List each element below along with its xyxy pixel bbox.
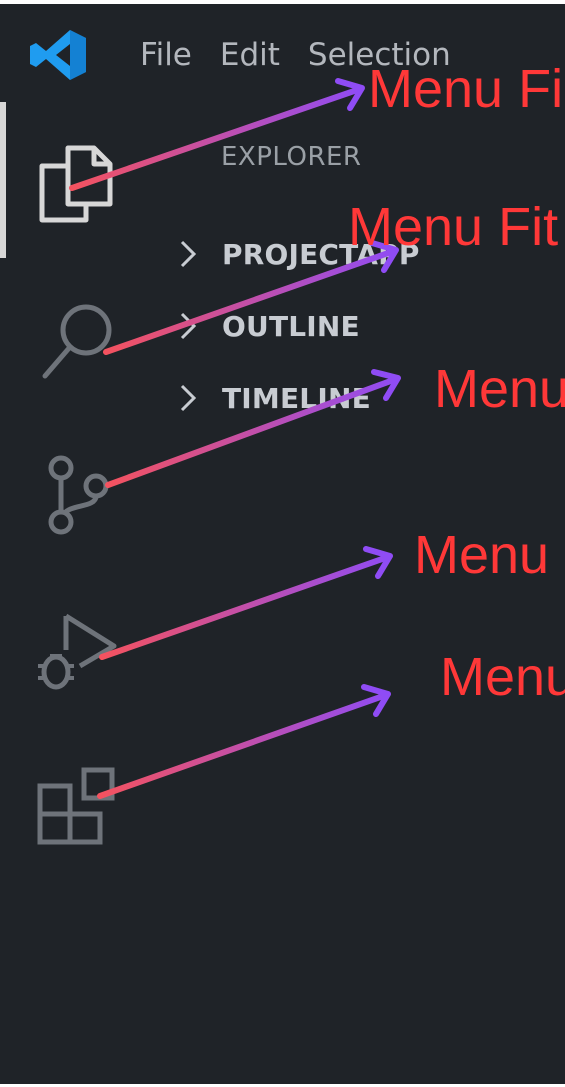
annotation-arrow bbox=[97, 684, 391, 799]
annotation-label: Menu Fit bbox=[348, 197, 559, 257]
annotation-arrow bbox=[99, 546, 393, 660]
annotation-arrow bbox=[69, 78, 365, 191]
annotation-label: Menu bbox=[434, 359, 565, 419]
annotation-label: Menu bbox=[414, 525, 550, 585]
annotation-label: Menu bbox=[440, 647, 565, 707]
vscode-window: File Edit Selection EXPLORER PROJECTAPP … bbox=[0, 4, 565, 1084]
annotation-label: Menu Fi bbox=[368, 59, 564, 119]
annotation-arrow bbox=[105, 369, 401, 488]
annotation-arrow bbox=[103, 240, 399, 355]
